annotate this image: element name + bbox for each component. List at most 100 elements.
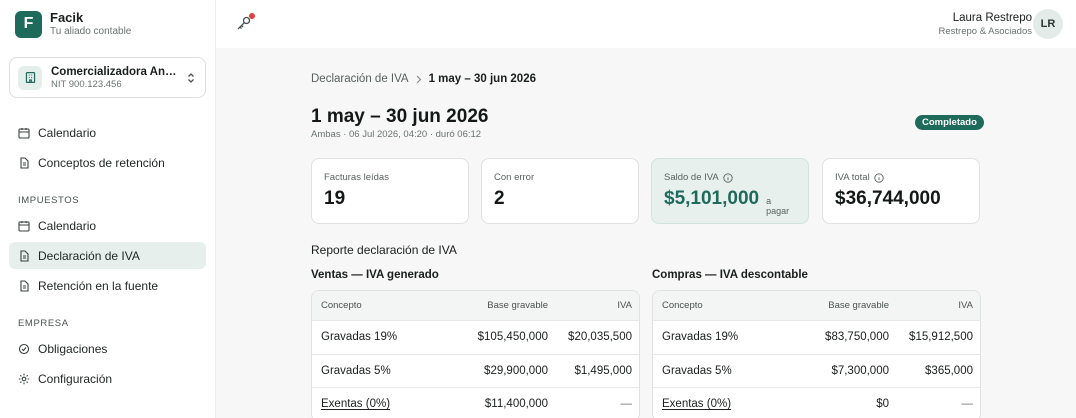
- sidebar-item-label: Obligaciones: [38, 341, 108, 356]
- brand-logo: F: [15, 10, 42, 38]
- col-header: Base gravable: [828, 300, 889, 311]
- cell-concepto: Gravadas 5%: [662, 364, 732, 377]
- cell-concepto: Gravadas 5%: [321, 364, 391, 377]
- sidebar: F Facik Tu aliado contable Comercializad…: [0, 0, 216, 418]
- card-value: 2: [494, 188, 505, 209]
- info-icon[interactable]: [723, 172, 733, 183]
- brand-name: Facik: [50, 10, 84, 25]
- gear-icon: [18, 373, 30, 385]
- sidebar-item-label: Configuración: [38, 371, 113, 386]
- section-label-impuestos: IMPUESTOS: [18, 195, 80, 206]
- sidebar-item-label: Declaración de IVA: [38, 248, 140, 263]
- key-icon[interactable]: [236, 13, 255, 31]
- cell-iva: $1,495,000: [574, 364, 632, 377]
- compras-title: Compras — IVA descontable: [652, 269, 808, 281]
- user-info[interactable]: Laura Restrepo Restrepo & Asociados: [939, 11, 1032, 38]
- cell-base: $11,400,000: [484, 398, 548, 411]
- card-label: Con error: [494, 172, 535, 183]
- ventas-table: Concepto Base gravable IVA Gravadas 19% …: [311, 290, 640, 418]
- table-header-row: Concepto Base gravable IVA: [312, 291, 639, 320]
- sidebar-item-label: Retención en la fuente: [38, 278, 159, 293]
- cell-base: $29,900,000: [484, 364, 548, 377]
- company-nit: NIT 900.123.456: [51, 78, 122, 90]
- breadcrumb-parent[interactable]: Declaración de IVA: [311, 73, 409, 85]
- card-label: Saldo de IVA: [664, 172, 719, 183]
- sidebar-item-retencion-fuente[interactable]: Retención en la fuente: [9, 272, 206, 299]
- table-row: Gravadas 19% $83,750,000 $15,912,500: [653, 320, 980, 354]
- cell-base: $7,300,000: [831, 364, 889, 377]
- cell-base: $0: [876, 398, 889, 411]
- cell-concepto-link[interactable]: Exentas (0%): [662, 398, 731, 410]
- card-label: IVA total: [835, 172, 870, 183]
- sidebar-item-calendario[interactable]: Calendario: [9, 119, 206, 146]
- report-title: Reporte declaración de IVA: [311, 243, 457, 257]
- stat-card-saldo-iva: Saldo de IVA $5,101,000 a pagar: [651, 158, 809, 224]
- sidebar-item-configuracion[interactable]: Configuración: [9, 365, 206, 392]
- cell-iva: —: [620, 398, 633, 411]
- breadcrumb: Declaración de IVA 1 may – 30 jun 2026: [311, 73, 536, 85]
- company-selector[interactable]: Comercializadora Andina S.A.S. NIT 900.1…: [9, 57, 206, 98]
- user-name: Laura Restrepo: [952, 12, 1032, 24]
- building-icon: [18, 65, 42, 90]
- compras-table: Concepto Base gravable IVA Gravadas 19% …: [652, 290, 981, 418]
- sidebar-item-calendario-impuestos[interactable]: Calendario: [9, 212, 206, 239]
- cell-iva: —: [961, 398, 974, 411]
- calendar-icon: [18, 220, 30, 232]
- main-content: Declaración de IVA 1 may – 30 jun 2026 1…: [216, 48, 1076, 418]
- badge-icon: [18, 343, 30, 355]
- stat-card-facturas: Facturas leídas 19: [311, 158, 469, 224]
- table-row: Exentas (0%) $11,400,000 —: [312, 387, 639, 418]
- chevron-updown-icon: [185, 70, 197, 86]
- table-row: Gravadas 5% $29,900,000 $1,495,000: [312, 353, 639, 388]
- stat-card-con-error: Con error 2: [481, 158, 639, 224]
- document-icon: [18, 249, 30, 262]
- brand-tagline: Tu aliado contable: [50, 26, 132, 37]
- card-value: $5,101,000: [664, 188, 760, 209]
- document-icon: [18, 279, 30, 292]
- col-header: IVA: [617, 300, 632, 311]
- page-meta: Ambas · 06 Jul 2026, 04:20 · duró 06:12: [311, 129, 482, 140]
- card-label: Facturas leídas: [324, 172, 389, 183]
- cell-base: $105,450,000: [477, 331, 548, 344]
- col-header: Concepto: [662, 300, 703, 311]
- cell-concepto: Gravadas 19%: [321, 331, 398, 344]
- stat-card-iva-total: IVA total $36,744,000: [822, 158, 980, 224]
- user-org: Restrepo & Asociados: [938, 26, 1032, 37]
- company-name: Comercializadora Andina S.A.S.: [51, 65, 181, 78]
- sidebar-item-label: Conceptos de retención: [38, 155, 165, 170]
- top-bar: Laura Restrepo Restrepo & Asociados LR: [216, 0, 1076, 48]
- cell-iva: $20,035,500: [568, 331, 632, 344]
- cell-concepto-link[interactable]: Exentas (0%): [321, 398, 390, 410]
- cell-iva: $365,000: [925, 364, 973, 377]
- card-value: $36,744,000: [835, 188, 941, 209]
- section-label-empresa: EMPRESA: [18, 318, 69, 329]
- card-suffix: a pagar: [766, 196, 790, 216]
- sidebar-item-label: Calendario: [38, 125, 97, 140]
- avatar[interactable]: LR: [1033, 9, 1063, 39]
- cell-concepto: Gravadas 19%: [662, 331, 739, 344]
- table-header-row: Concepto Base gravable IVA: [653, 291, 980, 320]
- card-value: 19: [324, 188, 346, 209]
- page-title: 1 may – 30 jun 2026: [311, 106, 489, 127]
- col-header: Base gravable: [487, 300, 548, 311]
- table-row: Exentas (0%) $0 —: [653, 387, 980, 418]
- cell-base: $83,750,000: [825, 331, 889, 344]
- status-badge: Completado: [915, 115, 984, 130]
- document-icon: [18, 156, 30, 169]
- chevron-right-icon: [416, 75, 422, 84]
- breadcrumb-current: 1 may – 30 jun 2026: [428, 73, 536, 85]
- brand[interactable]: F Facik Tu aliado contable: [15, 10, 131, 38]
- ventas-title: Ventas — IVA generado: [311, 269, 439, 281]
- notification-dot: [249, 13, 255, 19]
- calendar-icon: [18, 127, 30, 139]
- table-row: Gravadas 5% $7,300,000 $365,000: [653, 353, 980, 388]
- sidebar-item-label: Calendario: [38, 218, 97, 233]
- col-header: IVA: [958, 300, 973, 311]
- info-icon[interactable]: [874, 172, 884, 183]
- table-row: Gravadas 19% $105,450,000 $20,035,500: [312, 320, 639, 354]
- sidebar-item-obligaciones[interactable]: Obligaciones: [9, 335, 206, 362]
- cell-iva: $15,912,500: [909, 331, 973, 344]
- sidebar-item-conceptos-retencion[interactable]: Conceptos de retención: [9, 149, 206, 176]
- sidebar-item-declaracion-iva[interactable]: Declaración de IVA: [9, 242, 206, 269]
- col-header: Concepto: [321, 300, 362, 311]
